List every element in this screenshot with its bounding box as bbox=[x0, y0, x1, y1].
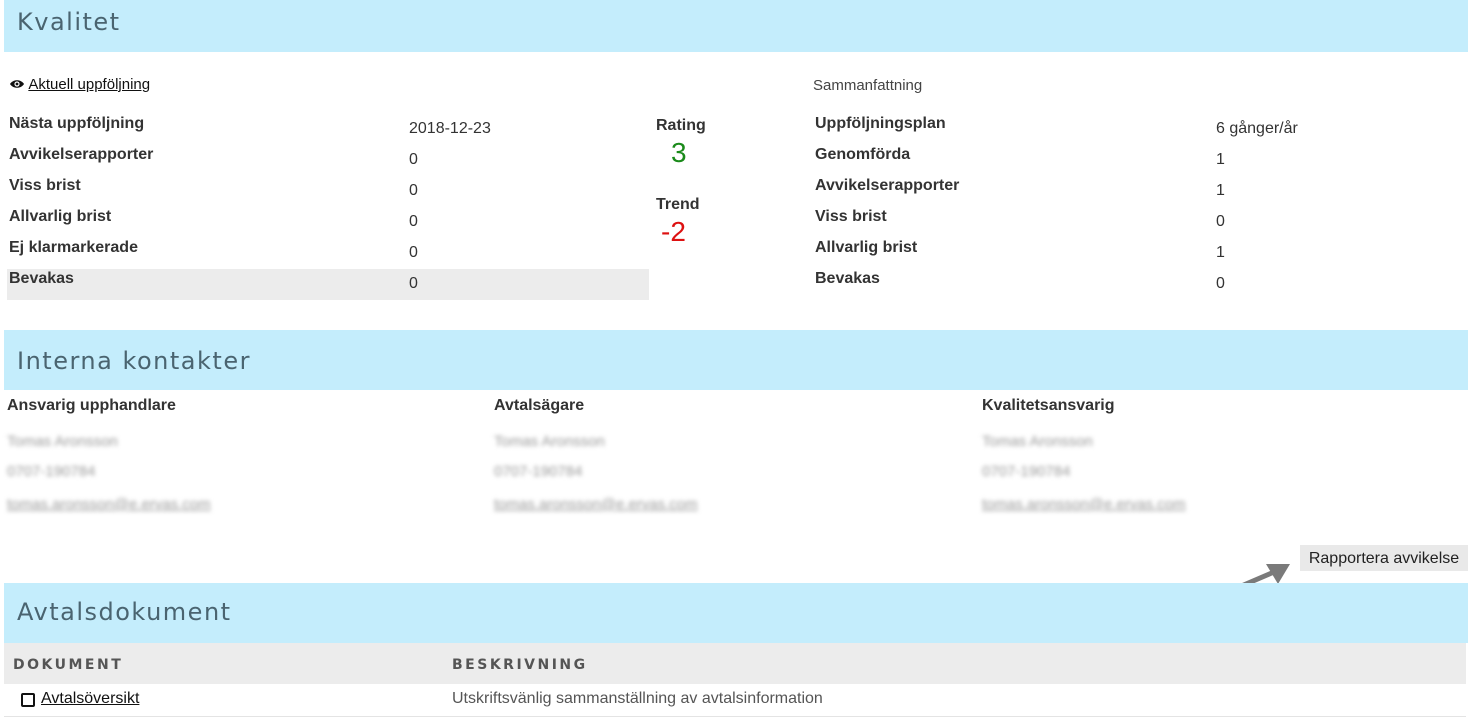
row-value: 0 bbox=[409, 213, 418, 230]
row-label: Uppföljningsplan bbox=[815, 115, 946, 132]
summary-row: Bevakas 0 bbox=[813, 269, 1413, 300]
documents-section-header: Avtalsdokument bbox=[4, 583, 1468, 643]
quality-section-header: Kvalitet bbox=[4, 0, 1468, 52]
current-followup-link[interactable]: Aktuell uppföljning bbox=[28, 76, 150, 93]
row-label: Allvarlig brist bbox=[9, 208, 112, 225]
quality-title: Kvalitet bbox=[17, 8, 121, 36]
contact-name: Tomas Aronsson bbox=[494, 433, 605, 450]
summary-label: Sammanfattning bbox=[813, 77, 923, 94]
document-icon bbox=[21, 693, 35, 707]
documents-table-header: DOKUMENT BESKRIVNING bbox=[4, 643, 1466, 684]
trend-label: Trend bbox=[656, 196, 700, 213]
quality-row: Viss brist 0 bbox=[7, 176, 649, 207]
row-label: Viss brist bbox=[815, 208, 887, 225]
rating-label: Rating bbox=[656, 117, 706, 134]
table-row: Avtalsöversikt Utskriftsvänlig sammanstä… bbox=[4, 684, 1466, 717]
document-description: Utskriftsvänlig sammanställning av avtal… bbox=[452, 690, 823, 707]
summary-row: Avvikelserapporter 1 bbox=[813, 176, 1413, 207]
row-label: Genomförda bbox=[815, 146, 911, 163]
contacts-section-header: Interna kontakter bbox=[4, 330, 1468, 390]
quality-row: Nästa uppföljning 2018-12-23 bbox=[7, 114, 649, 145]
quality-row: Bevakas 0 bbox=[7, 269, 649, 300]
document-link[interactable]: Avtalsöversikt bbox=[41, 690, 139, 708]
row-value: 1 bbox=[1216, 182, 1225, 199]
contact-phone: 0707-190784 bbox=[494, 463, 583, 480]
report-deviation-button[interactable]: Rapportera avvikelse bbox=[1300, 545, 1468, 571]
rating-value: 3 bbox=[671, 137, 687, 168]
row-label: Ej klarmarkerade bbox=[9, 239, 138, 256]
contact-phone: 0707-190784 bbox=[982, 463, 1071, 480]
documents-title: Avtalsdokument bbox=[17, 598, 232, 626]
trend-value: -2 bbox=[661, 216, 686, 247]
contact-email-link[interactable]: tomas.aronsson@e.ervas.com bbox=[982, 496, 1186, 513]
quality-row: Ej klarmarkerade 0 bbox=[7, 238, 649, 269]
summary-row: Uppföljningsplan 6 gånger/år bbox=[813, 114, 1413, 145]
column-header-description: BESKRIVNING bbox=[452, 657, 588, 673]
contact-name: Tomas Aronsson bbox=[7, 433, 118, 450]
row-value: 0 bbox=[1216, 275, 1225, 292]
row-label: Bevakas bbox=[9, 270, 74, 287]
row-value: 0 bbox=[409, 275, 418, 292]
row-value: 0 bbox=[409, 182, 418, 199]
row-label: Allvarlig brist bbox=[815, 239, 918, 256]
current-followup[interactable]: Aktuell uppföljning bbox=[9, 76, 150, 93]
row-value: 1 bbox=[1216, 244, 1225, 261]
row-label: Avvikelserapporter bbox=[9, 146, 154, 163]
contact-email-link[interactable]: tomas.aronsson@e.ervas.com bbox=[7, 496, 211, 513]
summary-row: Genomförda 1 bbox=[813, 145, 1413, 176]
row-label: Avvikelserapporter bbox=[815, 177, 960, 194]
summary-row: Viss brist 0 bbox=[813, 207, 1413, 238]
contacts-title: Interna kontakter bbox=[17, 347, 251, 375]
contact-role-title: Ansvarig upphandlare bbox=[7, 397, 176, 414]
row-value: 0 bbox=[1216, 213, 1225, 230]
row-value: 0 bbox=[409, 151, 418, 168]
row-label: Viss brist bbox=[9, 177, 81, 194]
row-value: 2018-12-23 bbox=[409, 120, 491, 137]
quality-row: Avvikelserapporter 0 bbox=[7, 145, 649, 176]
row-value: 0 bbox=[409, 244, 418, 261]
contact-name: Tomas Aronsson bbox=[982, 433, 1093, 450]
column-header-document: DOKUMENT bbox=[13, 657, 124, 673]
row-label: Bevakas bbox=[815, 270, 880, 287]
summary-row: Allvarlig brist 1 bbox=[813, 238, 1413, 269]
row-value: 1 bbox=[1216, 151, 1225, 168]
contact-role-title: Avtalsägare bbox=[494, 397, 585, 414]
quality-row: Allvarlig brist 0 bbox=[7, 207, 649, 238]
contact-email-link[interactable]: tomas.aronsson@e.ervas.com bbox=[494, 496, 698, 513]
row-label: Nästa uppföljning bbox=[9, 115, 145, 132]
contact-phone: 0707-190784 bbox=[7, 463, 96, 480]
contact-role-title: Kvalitetsansvarig bbox=[982, 397, 1115, 414]
row-value: 6 gånger/år bbox=[1216, 120, 1298, 137]
eye-icon bbox=[10, 80, 24, 88]
